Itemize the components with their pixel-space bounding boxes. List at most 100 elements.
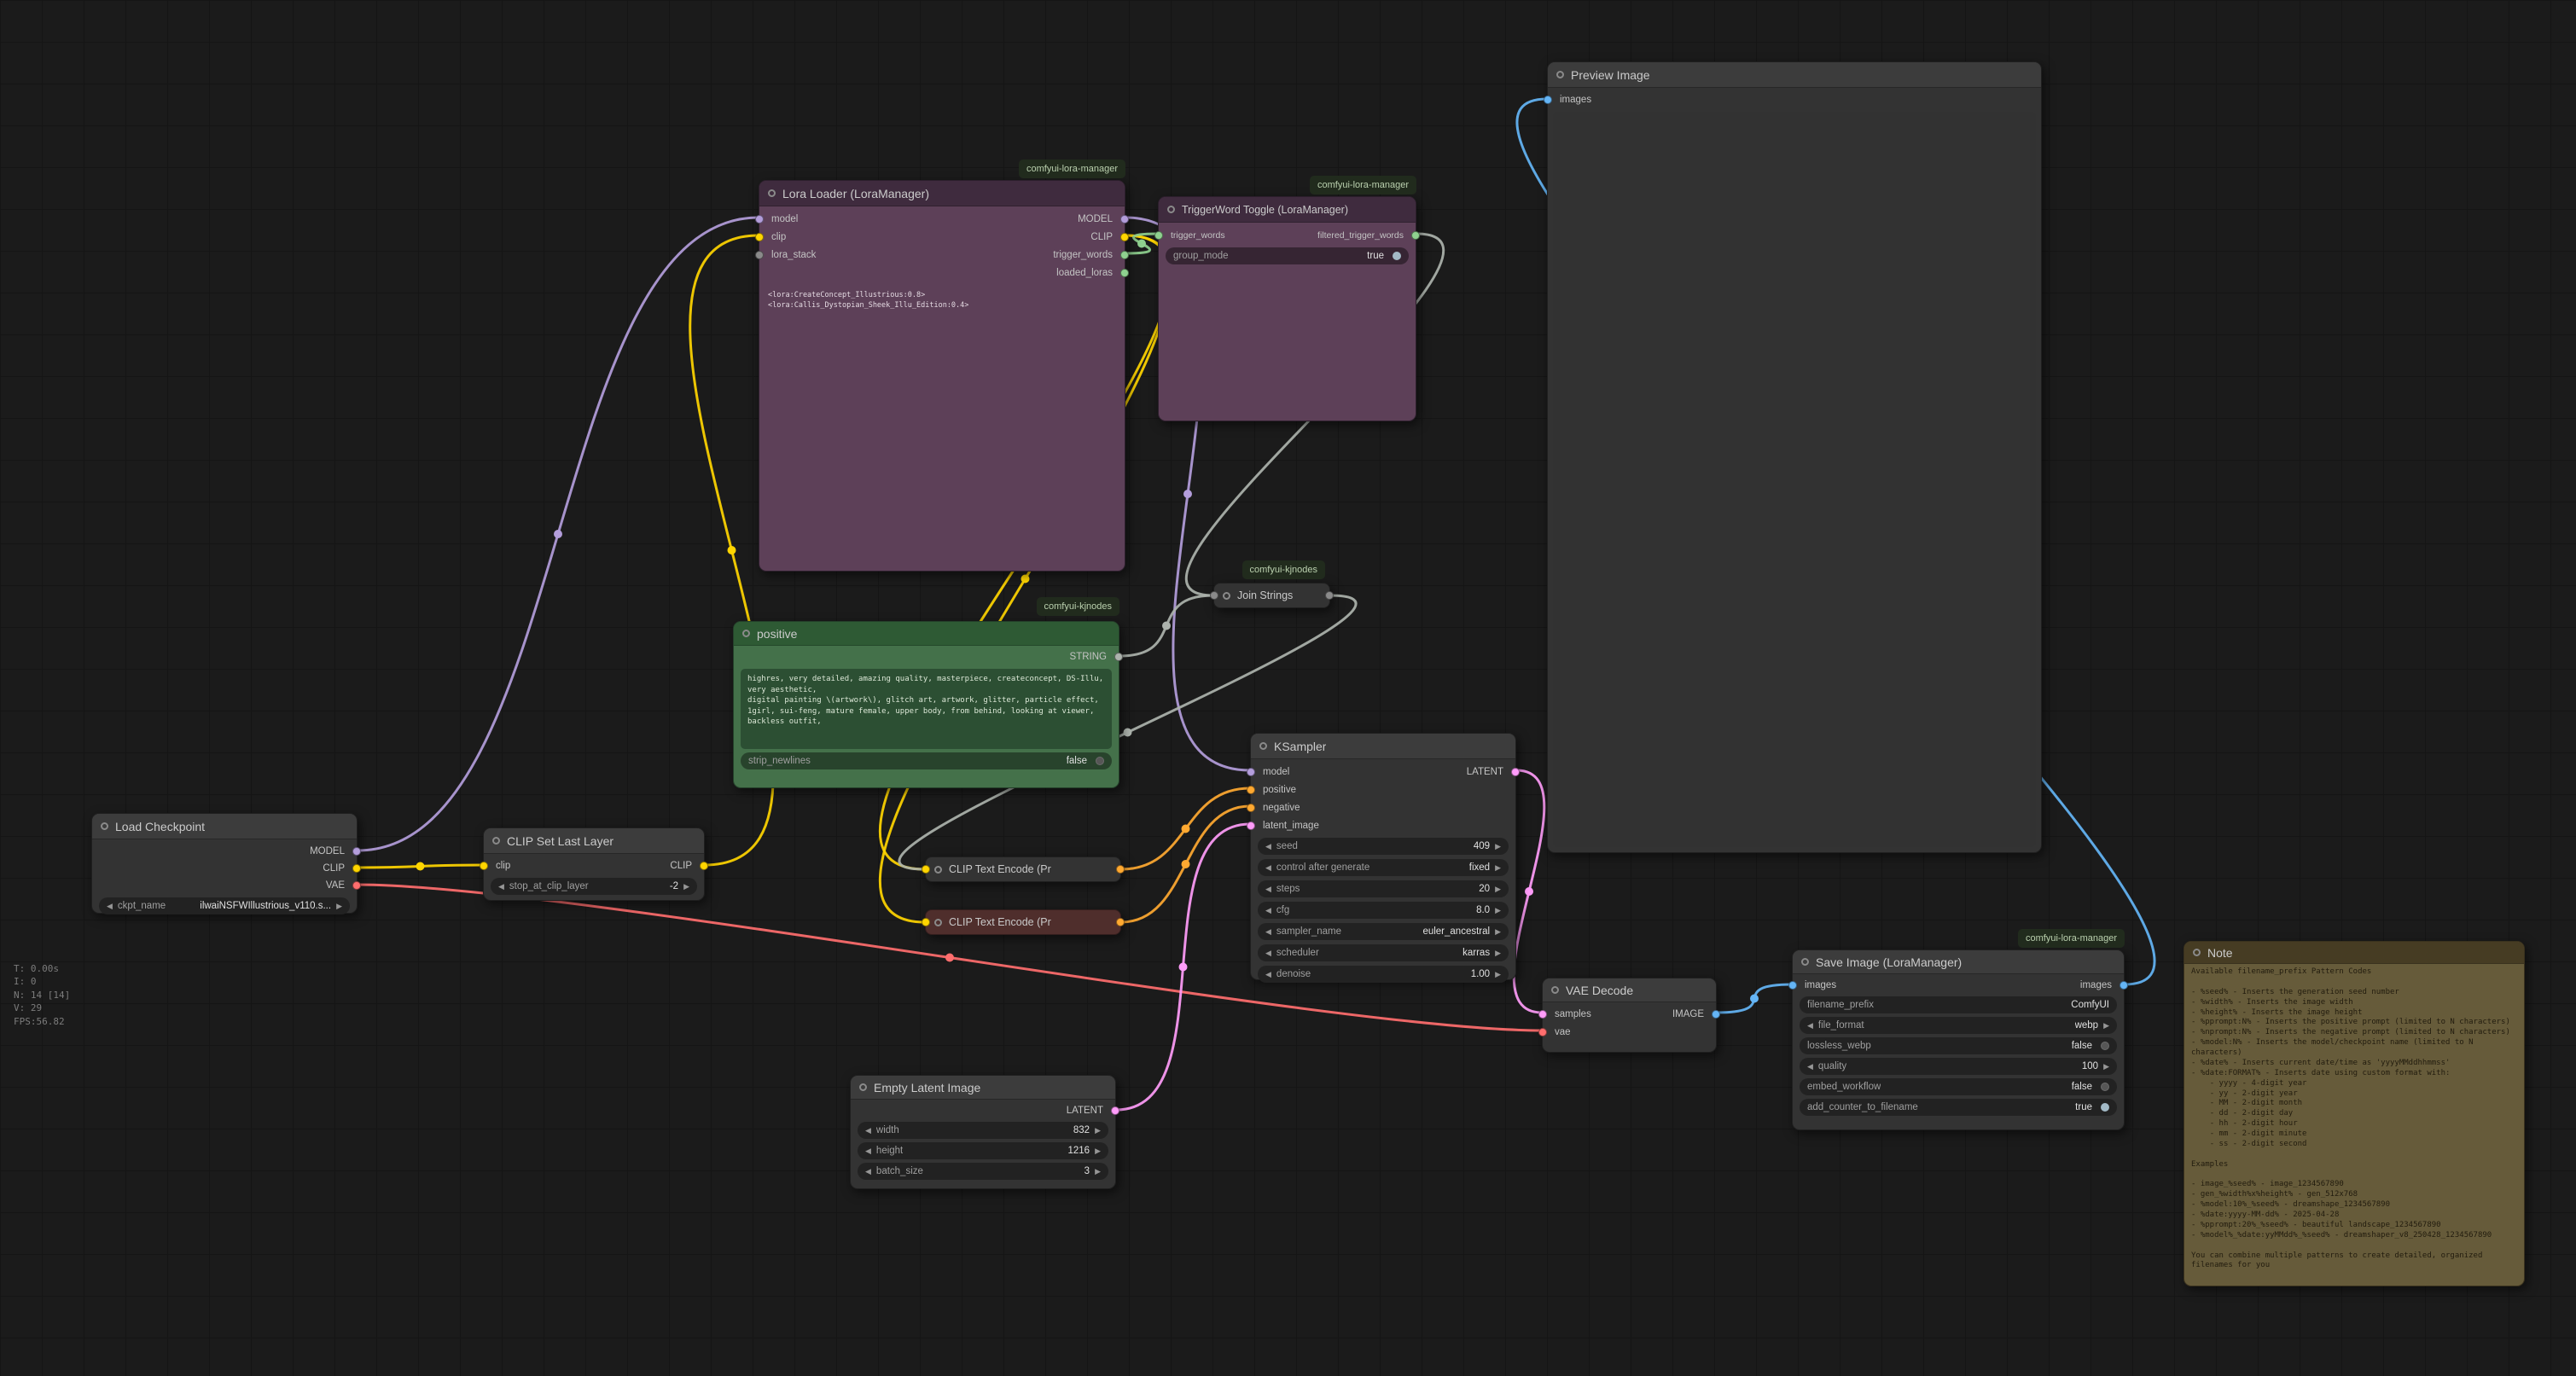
decrement-arrow-icon[interactable]: ◀ bbox=[1265, 842, 1271, 851]
increment-arrow-icon[interactable]: ▶ bbox=[2103, 1062, 2109, 1071]
collapse-dot[interactable] bbox=[768, 189, 776, 197]
collapse-dot[interactable] bbox=[742, 630, 750, 637]
increment-arrow-icon[interactable]: ▶ bbox=[1095, 1126, 1101, 1135]
toggle-indicator[interactable] bbox=[1393, 252, 1401, 260]
port-conditioning-out[interactable] bbox=[1116, 918, 1125, 926]
port-model-out[interactable] bbox=[1120, 215, 1129, 224]
prev-arrow-icon[interactable]: ◀ bbox=[107, 902, 113, 911]
decrement-arrow-icon[interactable]: ◀ bbox=[1265, 970, 1271, 979]
port-loaded-loras-out[interactable] bbox=[1120, 269, 1129, 277]
port-clip-out[interactable] bbox=[1120, 233, 1129, 241]
port-negative-in[interactable] bbox=[1247, 804, 1255, 812]
height-widget[interactable]: ◀height1216▶ bbox=[858, 1142, 1108, 1159]
node-header[interactable]: CLIP Set Last Layer bbox=[484, 828, 704, 854]
collapse-dot[interactable] bbox=[934, 866, 942, 874]
next-arrow-icon[interactable]: ▶ bbox=[336, 902, 342, 911]
port-string-out[interactable] bbox=[1114, 653, 1123, 661]
cfg-widget[interactable]: ◀cfg8.0▶ bbox=[1258, 902, 1509, 919]
node-header[interactable]: Save Image (LoraManager) bbox=[1793, 950, 2124, 974]
port-collapsed-in[interactable] bbox=[922, 918, 930, 926]
next-arrow-icon[interactable]: ▶ bbox=[1495, 927, 1501, 937]
sampler-name-widget[interactable]: ◀sampler_nameeuler_ancestral▶ bbox=[1258, 923, 1509, 940]
collapse-dot[interactable] bbox=[1167, 206, 1175, 213]
collapse-dot[interactable] bbox=[492, 837, 500, 845]
collapse-dot[interactable] bbox=[1259, 742, 1267, 750]
decrement-arrow-icon[interactable]: ◀ bbox=[865, 1126, 871, 1135]
group-mode-toggle[interactable]: group_mode true bbox=[1166, 247, 1409, 264]
next-arrow-icon[interactable]: ▶ bbox=[1495, 949, 1501, 958]
node-clip-set-last-layer[interactable]: CLIP Set Last Layer clip CLIP ◀ stop_at_… bbox=[483, 827, 705, 901]
ckpt-name-widget[interactable]: ◀ ckpt_name ilwaiNSFWIllustrious_v110.s.… bbox=[99, 897, 350, 914]
strip-newlines-toggle[interactable]: strip_newlines false bbox=[741, 752, 1112, 769]
increment-arrow-icon[interactable]: ▶ bbox=[1095, 1167, 1101, 1176]
port-image-out[interactable] bbox=[1712, 1010, 1720, 1019]
node-join-strings[interactable]: Join Strings bbox=[1213, 583, 1330, 608]
node-empty-latent-image[interactable]: Empty Latent Image LATENT ◀width832▶ ◀he… bbox=[850, 1075, 1116, 1189]
prev-arrow-icon[interactable]: ◀ bbox=[1265, 927, 1271, 937]
increment-arrow-icon[interactable]: ▶ bbox=[1495, 906, 1501, 915]
toggle-indicator[interactable] bbox=[2101, 1042, 2109, 1050]
port-clip-out[interactable] bbox=[700, 862, 708, 870]
collapse-dot[interactable] bbox=[1551, 986, 1559, 994]
scheduler-widget[interactable]: ◀schedulerkarras▶ bbox=[1258, 944, 1509, 961]
port-model-in[interactable] bbox=[755, 215, 764, 224]
decrement-arrow-icon[interactable]: ◀ bbox=[1265, 906, 1271, 915]
steps-widget[interactable]: ◀steps20▶ bbox=[1258, 880, 1509, 897]
decrement-arrow-icon[interactable]: ◀ bbox=[498, 882, 504, 891]
port-images-out[interactable] bbox=[2120, 981, 2128, 990]
node-header[interactable]: positive bbox=[734, 622, 1119, 646]
decrement-arrow-icon[interactable]: ◀ bbox=[865, 1167, 871, 1176]
port-trigger-words-out[interactable] bbox=[1120, 251, 1129, 259]
port-collapsed-in[interactable] bbox=[1210, 591, 1218, 600]
port-model-out[interactable] bbox=[352, 847, 361, 856]
node-positive-prompt[interactable]: positive STRING highres, very detailed, … bbox=[733, 621, 1119, 788]
lora-syntax-text[interactable]: <lora:CreateConcept_Illustrious:0.8> <lo… bbox=[765, 289, 1119, 313]
prev-arrow-icon[interactable]: ◀ bbox=[1265, 949, 1271, 958]
node-preview-image[interactable]: Preview Image images bbox=[1547, 61, 2042, 853]
collapse-dot[interactable] bbox=[1801, 958, 1809, 966]
node-note[interactable]: Note Available filename_prefix Pattern C… bbox=[2183, 941, 2525, 1286]
prev-arrow-icon[interactable]: ◀ bbox=[1807, 1021, 1813, 1031]
denoise-widget[interactable]: ◀denoise1.00▶ bbox=[1258, 966, 1509, 983]
node-lora-loader[interactable]: Lora Loader (LoraManager) model MODEL cl… bbox=[759, 180, 1125, 572]
port-filtered-trigger-words-out[interactable] bbox=[1411, 231, 1420, 240]
node-clip-text-encode-negative[interactable]: CLIP Text Encode (Pr bbox=[925, 909, 1121, 935]
port-clip-in[interactable] bbox=[480, 862, 488, 870]
toggle-indicator[interactable] bbox=[2101, 1083, 2109, 1091]
next-arrow-icon[interactable]: ▶ bbox=[1495, 863, 1501, 873]
node-load-checkpoint[interactable]: Load Checkpoint MODEL CLIP VAE ◀ ckpt_na… bbox=[91, 813, 358, 914]
port-trigger-words-in[interactable] bbox=[1154, 231, 1163, 240]
toggle-indicator[interactable] bbox=[1096, 757, 1104, 765]
collapse-dot[interactable] bbox=[2193, 949, 2201, 956]
increment-arrow-icon[interactable]: ▶ bbox=[1095, 1147, 1101, 1156]
file-format-widget[interactable]: ◀file_formatwebp▶ bbox=[1800, 1017, 2117, 1034]
port-samples-in[interactable] bbox=[1538, 1010, 1547, 1019]
node-header[interactable]: KSampler bbox=[1251, 734, 1515, 759]
port-collapsed-in[interactable] bbox=[922, 865, 930, 874]
prompt-textarea[interactable]: highres, very detailed, amazing quality,… bbox=[741, 669, 1112, 749]
port-clip-in[interactable] bbox=[755, 233, 764, 241]
width-widget[interactable]: ◀width832▶ bbox=[858, 1122, 1108, 1139]
collapse-dot[interactable] bbox=[101, 822, 108, 830]
node-vae-decode[interactable]: VAE Decode samples IMAGE vae bbox=[1542, 978, 1717, 1053]
port-vae-out[interactable] bbox=[352, 881, 361, 890]
seed-widget[interactable]: ◀seed409▶ bbox=[1258, 838, 1509, 855]
decrement-arrow-icon[interactable]: ◀ bbox=[1807, 1062, 1813, 1071]
increment-arrow-icon[interactable]: ▶ bbox=[683, 882, 689, 891]
node-header[interactable]: TriggerWord Toggle (LoraManager) bbox=[1159, 197, 1416, 223]
batch-size-widget[interactable]: ◀batch_size3▶ bbox=[858, 1163, 1108, 1180]
node-save-image[interactable]: Save Image (LoraManager) images images f… bbox=[1792, 949, 2125, 1130]
port-latent-out[interactable] bbox=[1511, 768, 1520, 776]
port-latent-image-in[interactable] bbox=[1247, 822, 1255, 830]
node-header[interactable]: Lora Loader (LoraManager) bbox=[759, 181, 1125, 206]
port-vae-in[interactable] bbox=[1538, 1028, 1547, 1036]
decrement-arrow-icon[interactable]: ◀ bbox=[1265, 885, 1271, 894]
collapse-dot[interactable] bbox=[1556, 71, 1564, 78]
node-header[interactable]: VAE Decode bbox=[1543, 978, 1716, 1002]
port-latent-out[interactable] bbox=[1111, 1106, 1119, 1115]
stop-at-clip-layer-widget[interactable]: ◀ stop_at_clip_layer -2 ▶ bbox=[491, 878, 697, 895]
filename-prefix-field[interactable]: filename_prefixComfyUI bbox=[1800, 996, 2117, 1013]
port-clip-out[interactable] bbox=[352, 864, 361, 873]
prev-arrow-icon[interactable]: ◀ bbox=[1265, 863, 1271, 873]
port-model-in[interactable] bbox=[1247, 768, 1255, 776]
